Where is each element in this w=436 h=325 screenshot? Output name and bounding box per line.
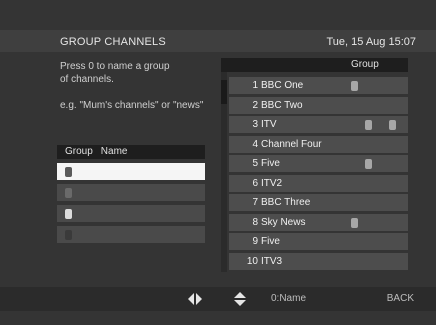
channel-number: 8 <box>252 216 258 228</box>
groups-panel: Group Name <box>57 145 205 243</box>
help-line-1: Press 0 to name a group <box>60 61 170 72</box>
groups-header-group: Group <box>65 146 93 157</box>
help-example: e.g. "Mum's channels" or "news" <box>60 100 204 111</box>
channel-name: BBC One <box>261 80 304 91</box>
screen: GROUP CHANNELS Tue, 15 Aug 15:07 Press 0… <box>0 0 436 325</box>
channel-number: 6 <box>252 177 258 189</box>
group-swatch <box>65 230 72 240</box>
channel-row[interactable]: 9 Five <box>229 233 408 250</box>
channel-row[interactable]: 10 ITV3 <box>229 252 408 270</box>
group-marker <box>365 120 372 130</box>
channel-name: Sky News <box>261 216 306 228</box>
group-swatch <box>65 188 72 198</box>
channel-row[interactable]: 4 Channel Four <box>229 135 408 153</box>
group-row[interactable] <box>57 184 205 201</box>
channel-name: Five <box>261 236 280 247</box>
channel-list: Group 1 BBC One 2 BBC Two 3 ITV 4 Channel Four 5… <box>221 58 408 270</box>
channel-name: Channel Four <box>261 138 322 150</box>
channel-row[interactable]: 6 ITV2 <box>229 174 408 192</box>
page-title: GROUP CHANNELS <box>60 36 166 48</box>
channel-row[interactable]: 8 Sky News <box>229 213 408 231</box>
help-line-2: of channels. <box>60 74 114 85</box>
help-text: Press 0 to name a group of channels. e.g… <box>60 60 220 112</box>
channel-name: ITV <box>261 119 277 130</box>
groups-header: Group Name <box>57 145 205 159</box>
channel-number: 4 <box>252 138 258 150</box>
group-swatch <box>65 167 72 177</box>
group-marker <box>351 217 358 228</box>
channel-number: 5 <box>252 158 258 169</box>
channel-name: ITV2 <box>261 177 283 189</box>
channel-row[interactable]: 7 BBC Three <box>229 194 408 211</box>
channel-name: BBC Three <box>261 197 311 208</box>
channel-row[interactable]: 1 BBC One <box>229 77 408 94</box>
channels-header: Group <box>221 58 408 72</box>
channel-number: 9 <box>252 236 258 247</box>
channel-number: 3 <box>252 119 258 130</box>
name-hint: 0:Name <box>271 293 307 304</box>
channels-header-group: Group <box>351 59 379 70</box>
groups-header-name: Name <box>100 146 128 157</box>
group-row[interactable] <box>57 226 205 243</box>
channel-number: 10 <box>246 255 258 267</box>
footer-bar: 0:Name BACK <box>0 287 436 311</box>
date-time: Tue, 15 Aug 15:07 <box>326 36 417 48</box>
group-swatch <box>65 209 72 219</box>
group-marker <box>351 81 358 91</box>
channel-name: Five <box>261 158 280 169</box>
channel-row[interactable]: 3 ITV <box>229 116 408 133</box>
group-marker <box>389 120 396 130</box>
channel-name: BBC Two <box>261 99 303 111</box>
channel-number: 1 <box>252 80 258 91</box>
group-row[interactable] <box>57 163 205 180</box>
channel-number: 2 <box>252 99 258 111</box>
channel-number: 7 <box>252 197 258 208</box>
group-marker <box>365 159 372 169</box>
group-row[interactable] <box>57 205 205 222</box>
up-down-arrows-icon <box>234 292 246 306</box>
left-right-arrows-icon <box>188 293 202 305</box>
back-button[interactable]: BACK <box>387 293 414 304</box>
channel-row[interactable]: 2 BBC Two <box>229 96 408 114</box>
channel-row[interactable]: 5 Five <box>229 155 408 172</box>
channel-name: ITV3 <box>261 255 283 267</box>
